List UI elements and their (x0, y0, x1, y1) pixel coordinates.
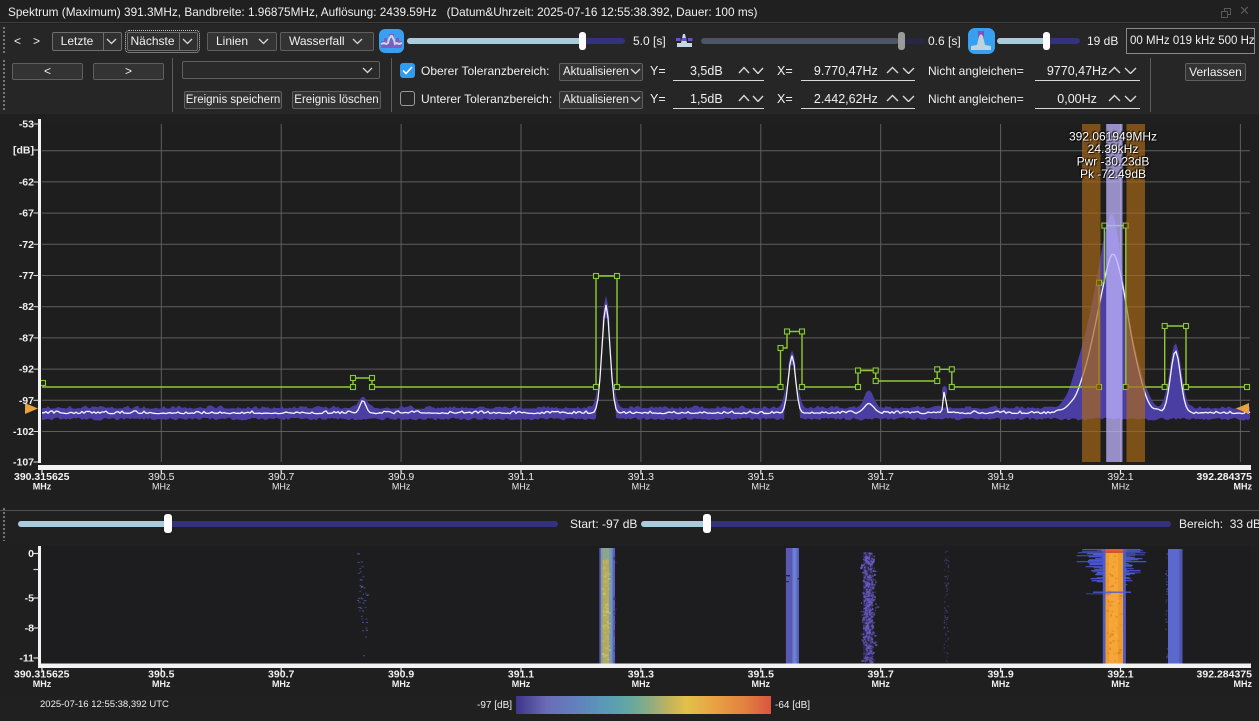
svg-text:-72: -72 (19, 239, 34, 251)
svg-text:-92: -92 (19, 364, 34, 376)
svg-text:[dB]: [dB] (13, 145, 34, 157)
svg-text:-87: -87 (19, 332, 34, 344)
svg-text:MHz: MHz (512, 679, 531, 689)
svg-text:MHz: MHz (392, 482, 411, 492)
svg-text:MHz: MHz (991, 482, 1010, 492)
svg-text:Pk -72.49dB: Pk -72.49dB (1080, 167, 1146, 181)
svg-text:MHz: MHz (512, 482, 531, 492)
svg-text:-102: -102 (13, 426, 34, 438)
svg-text:-77: -77 (19, 270, 34, 282)
svg-text:MHz: MHz (33, 482, 52, 492)
svg-text:MHz: MHz (152, 679, 171, 689)
svg-text:MHz: MHz (632, 679, 651, 689)
svg-text:MHz: MHz (1111, 482, 1130, 492)
svg-text:-5: -5 (25, 593, 34, 605)
svg-text:MHz: MHz (632, 482, 651, 492)
svg-text:-53: -53 (19, 119, 34, 131)
svg-text:MHz: MHz (272, 679, 291, 689)
svg-text:MHz: MHz (991, 679, 1010, 689)
svg-text:MHz: MHz (752, 679, 771, 689)
svg-text:MHz: MHz (272, 482, 291, 492)
svg-text:MHz: MHz (152, 482, 171, 492)
svg-text:-82: -82 (19, 301, 34, 313)
svg-text:-8: -8 (25, 623, 34, 635)
svg-text:-67: -67 (19, 208, 34, 220)
svg-text:MHz: MHz (1234, 482, 1253, 492)
svg-text:0: 0 (28, 548, 34, 560)
svg-text:MHz: MHz (33, 679, 52, 689)
svg-text:MHz: MHz (871, 482, 890, 492)
svg-text:-97: -97 (19, 395, 34, 407)
svg-text:MHz: MHz (752, 482, 771, 492)
svg-text:MHz: MHz (871, 679, 890, 689)
svg-text:MHz: MHz (1111, 679, 1130, 689)
svg-text:MHz: MHz (392, 679, 411, 689)
svg-text:-11: -11 (19, 653, 34, 665)
svg-text:MHz: MHz (1234, 679, 1253, 689)
svg-text:-107: -107 (13, 457, 34, 469)
svg-text:-62: -62 (19, 177, 34, 189)
